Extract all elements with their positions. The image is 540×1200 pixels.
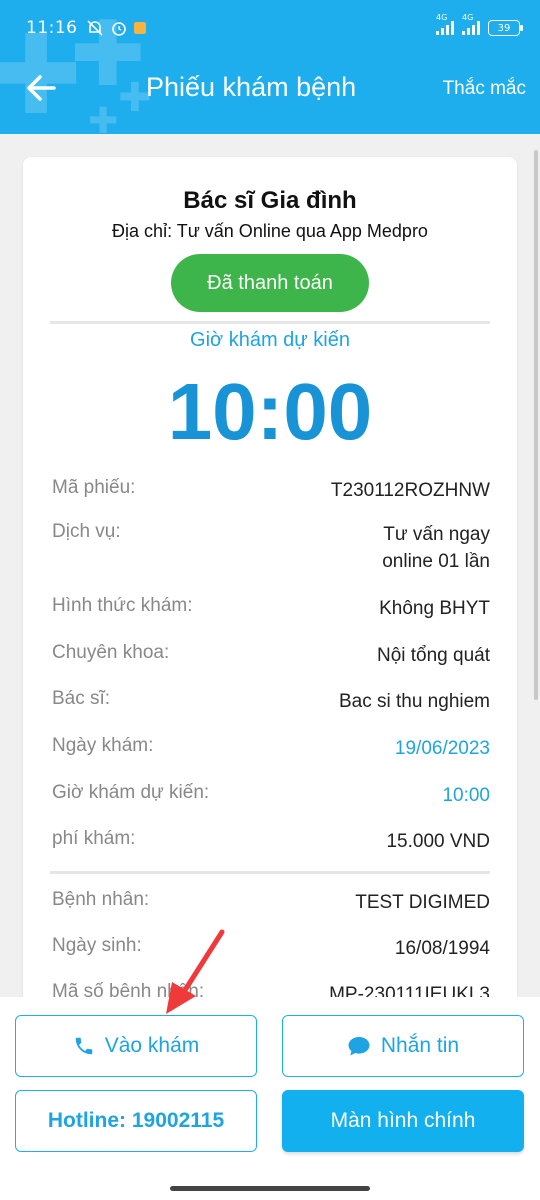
bottom-action-bar: Vào khám Nhắn tin Hotline: 19002115 Màn …: [0, 997, 540, 1200]
message-label: Nhắn tin: [380, 1034, 460, 1057]
detail-label: Bác sĩ:: [52, 688, 111, 709]
detail-label: Hình thức khám:: [52, 595, 193, 616]
detail-value: Nội tổng quát: [376, 645, 490, 666]
signal-icon: 4G: [436, 13, 454, 35]
signal-icon: 4G: [462, 13, 480, 35]
phone-icon: [75, 1037, 92, 1055]
expected-time-label: Giờ khám dự kiến: [190, 329, 350, 351]
detail-value: Tư vấn ngay online 01 lần: [382, 521, 490, 575]
detail-label: Chuyên khoa:: [52, 642, 170, 663]
detail-label: Mã phiếu:: [52, 477, 136, 498]
detail-label: Bệnh nhân:: [52, 889, 150, 910]
expected-time: 10:00: [167, 367, 373, 456]
detail-label: phí khám:: [52, 828, 136, 849]
arrow-left-icon[interactable]: [24, 70, 60, 106]
join-call-label: Vào khám: [104, 1034, 200, 1057]
battery-level: 39: [497, 22, 511, 34]
notification-icon: [133, 22, 146, 34]
detail-value: Bac si thu nghiem: [338, 691, 490, 712]
detail-value: T230112ROZHNW: [330, 480, 490, 501]
detail-value-line: Tư vấn ngay: [383, 524, 490, 545]
chat-bubble-icon: [348, 1037, 370, 1056]
battery-icon: 39: [488, 20, 523, 36]
detail-value: TEST DIGIMED: [355, 892, 490, 913]
page-title: Phiếu khám bệnh: [146, 72, 357, 102]
message-button[interactable]: Nhắn tin: [282, 1015, 524, 1077]
detail-label: Dịch vụ:: [52, 521, 121, 542]
home-screen-label: Màn hình chính: [330, 1109, 476, 1132]
faq-link[interactable]: Thắc mắc: [443, 78, 526, 100]
detail-value: 16/08/1994: [394, 938, 490, 959]
system-home-indicator[interactable]: [170, 1186, 370, 1191]
detail-label: Ngày khám:: [52, 735, 154, 756]
detail-value: Không BHYT: [379, 598, 490, 619]
alarm-icon: [111, 22, 126, 36]
detail-value: 15.000 VND: [386, 831, 490, 852]
detail-value: 10:00: [442, 785, 490, 806]
ticket-card: Bác sĩ Gia đình Địa chỉ: Tư vấn Online q…: [23, 157, 517, 1037]
detail-value: 19/06/2023: [394, 738, 490, 759]
mute-icon: [86, 20, 103, 36]
decorative-cross: ✚: [88, 101, 119, 135]
hotline-label: Hotline: 19002115: [47, 1109, 225, 1132]
hospital-address: Địa chỉ: Tư vấn Online qua App Medpro: [112, 221, 428, 241]
scrollbar[interactable]: [534, 150, 538, 700]
status-right: 4G 4G 39: [436, 13, 523, 36]
status-time: 11:16: [26, 18, 78, 38]
join-call-button[interactable]: Vào khám: [15, 1015, 257, 1077]
hospital-name: Bác sĩ Gia đình: [183, 187, 357, 214]
divider: [50, 871, 490, 874]
hotline-button[interactable]: Hotline: 19002115: [15, 1090, 257, 1152]
network-type-label: 4G: [436, 13, 448, 22]
network-type-label: 4G: [462, 13, 474, 22]
divider: [50, 321, 490, 324]
detail-value-line: online 01 lần: [382, 551, 490, 572]
payment-status-badge: Đã thanh toán: [171, 254, 369, 312]
detail-label: Ngày sinh:: [52, 935, 142, 956]
home-screen-button[interactable]: Màn hình chính: [282, 1090, 524, 1152]
app-header: ✚ ✚ ✚ ✚ 11:16 4G 4G 39 Phiếu khám bệnh T…: [0, 0, 540, 134]
status-icons: [86, 19, 146, 37]
status-bar: 11:16 4G 4G 39: [26, 13, 523, 42]
detail-label: Giờ khám dự kiến:: [52, 782, 210, 803]
